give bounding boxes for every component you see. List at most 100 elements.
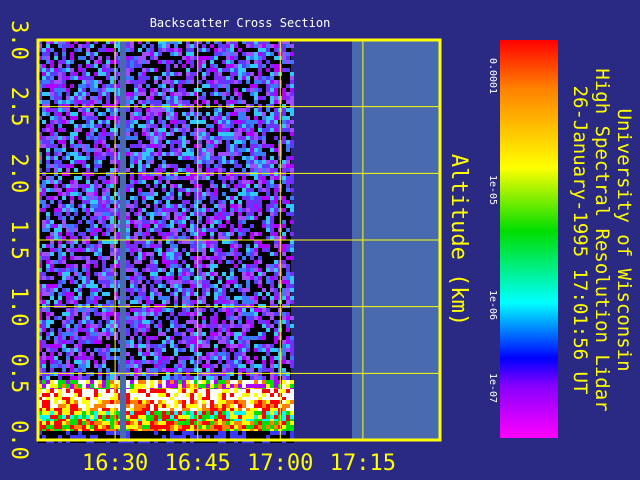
signal-cell (86, 48, 90, 52)
signal-cell (154, 431, 158, 435)
signal-cell (58, 384, 62, 388)
signal-cell (150, 104, 154, 108)
signal-cell (66, 248, 70, 252)
signal-cell (286, 188, 290, 192)
signal-cell (50, 264, 54, 268)
signal-cell (50, 411, 54, 415)
signal-cell (78, 48, 82, 52)
signal-cell (174, 328, 178, 332)
signal-cell (274, 100, 278, 104)
signal-cell (130, 308, 134, 312)
signal-cell (226, 216, 230, 220)
signal-cell (178, 393, 182, 397)
signal-cell (198, 104, 202, 108)
signal-cell (138, 176, 142, 180)
signal-cell (174, 80, 178, 84)
signal-cell (166, 296, 170, 300)
signal-cell (170, 152, 174, 156)
signal-cell (230, 160, 234, 164)
signal-cell (238, 252, 242, 256)
signal-cell (242, 216, 246, 220)
signal-cell (290, 280, 294, 284)
signal-cell (226, 400, 230, 404)
signal-cell (110, 104, 114, 108)
signal-cell (238, 76, 242, 80)
signal-cell (186, 188, 190, 192)
signal-cell (254, 252, 258, 256)
signal-cell (250, 272, 254, 276)
signal-cell (126, 268, 130, 272)
signal-cell (290, 240, 294, 244)
signal-cell (242, 112, 246, 116)
signal-cell (46, 324, 50, 328)
signal-cell (138, 411, 142, 415)
signal-cell (282, 372, 286, 376)
signal-cell (202, 404, 206, 408)
signal-cell (258, 280, 262, 284)
signal-cell (230, 112, 234, 116)
signal-cell (166, 421, 170, 425)
signal-cell (166, 415, 170, 419)
signal-cell (258, 88, 262, 92)
signal-cell (134, 104, 138, 108)
signal-cell (142, 60, 146, 64)
signal-cell (282, 276, 286, 280)
signal-cell (42, 288, 46, 292)
signal-cell (90, 188, 94, 192)
signal-cell (46, 300, 50, 304)
signal-cell (146, 415, 150, 419)
signal-cell (190, 360, 194, 364)
signal-cell (162, 296, 166, 300)
signal-cell (186, 393, 190, 397)
signal-cell (190, 248, 194, 252)
signal-cell (210, 328, 214, 332)
signal-cell (146, 128, 150, 132)
signal-cell (58, 224, 62, 228)
signal-cell (246, 80, 250, 84)
signal-cell (178, 272, 182, 276)
signal-cell (154, 136, 158, 140)
signal-cell (98, 156, 102, 160)
signal-cell (70, 204, 74, 208)
signal-cell (198, 312, 202, 316)
signal-cell (166, 104, 170, 108)
signal-cell (246, 404, 250, 408)
signal-cell (246, 324, 250, 328)
signal-cell (170, 220, 174, 224)
signal-cell (162, 92, 166, 96)
signal-cell (226, 252, 230, 256)
signal-cell (90, 120, 94, 124)
signal-cell (66, 192, 70, 196)
signal-cell (218, 168, 222, 172)
signal-cell (274, 120, 278, 124)
signal-cell (274, 296, 278, 300)
signal-cell (70, 340, 74, 344)
signal-cell (270, 300, 274, 304)
signal-cell (190, 212, 194, 216)
signal-cell (106, 336, 110, 340)
signal-cell (130, 184, 134, 188)
signal-cell (242, 156, 246, 160)
signal-cell (286, 180, 290, 184)
signal-cell (74, 188, 78, 192)
signal-cell (234, 88, 238, 92)
signal-cell (66, 431, 70, 435)
signal-cell (286, 116, 290, 120)
signal-cell (62, 104, 66, 108)
signal-cell (254, 100, 258, 104)
signal-cell (230, 312, 234, 316)
signal-cell (106, 148, 110, 152)
signal-cell (134, 204, 138, 208)
signal-cell (134, 80, 138, 84)
signal-cell (198, 176, 202, 180)
signal-cell (290, 356, 294, 360)
signal-cell (210, 208, 214, 212)
signal-cell (274, 184, 278, 188)
signal-cell (54, 232, 58, 236)
signal-cell (242, 356, 246, 360)
signal-cell (158, 268, 162, 272)
signal-cell (242, 288, 246, 292)
signal-cell (50, 116, 54, 120)
y-axis-label: Altitude (km) (446, 154, 471, 326)
signal-cell (74, 300, 78, 304)
